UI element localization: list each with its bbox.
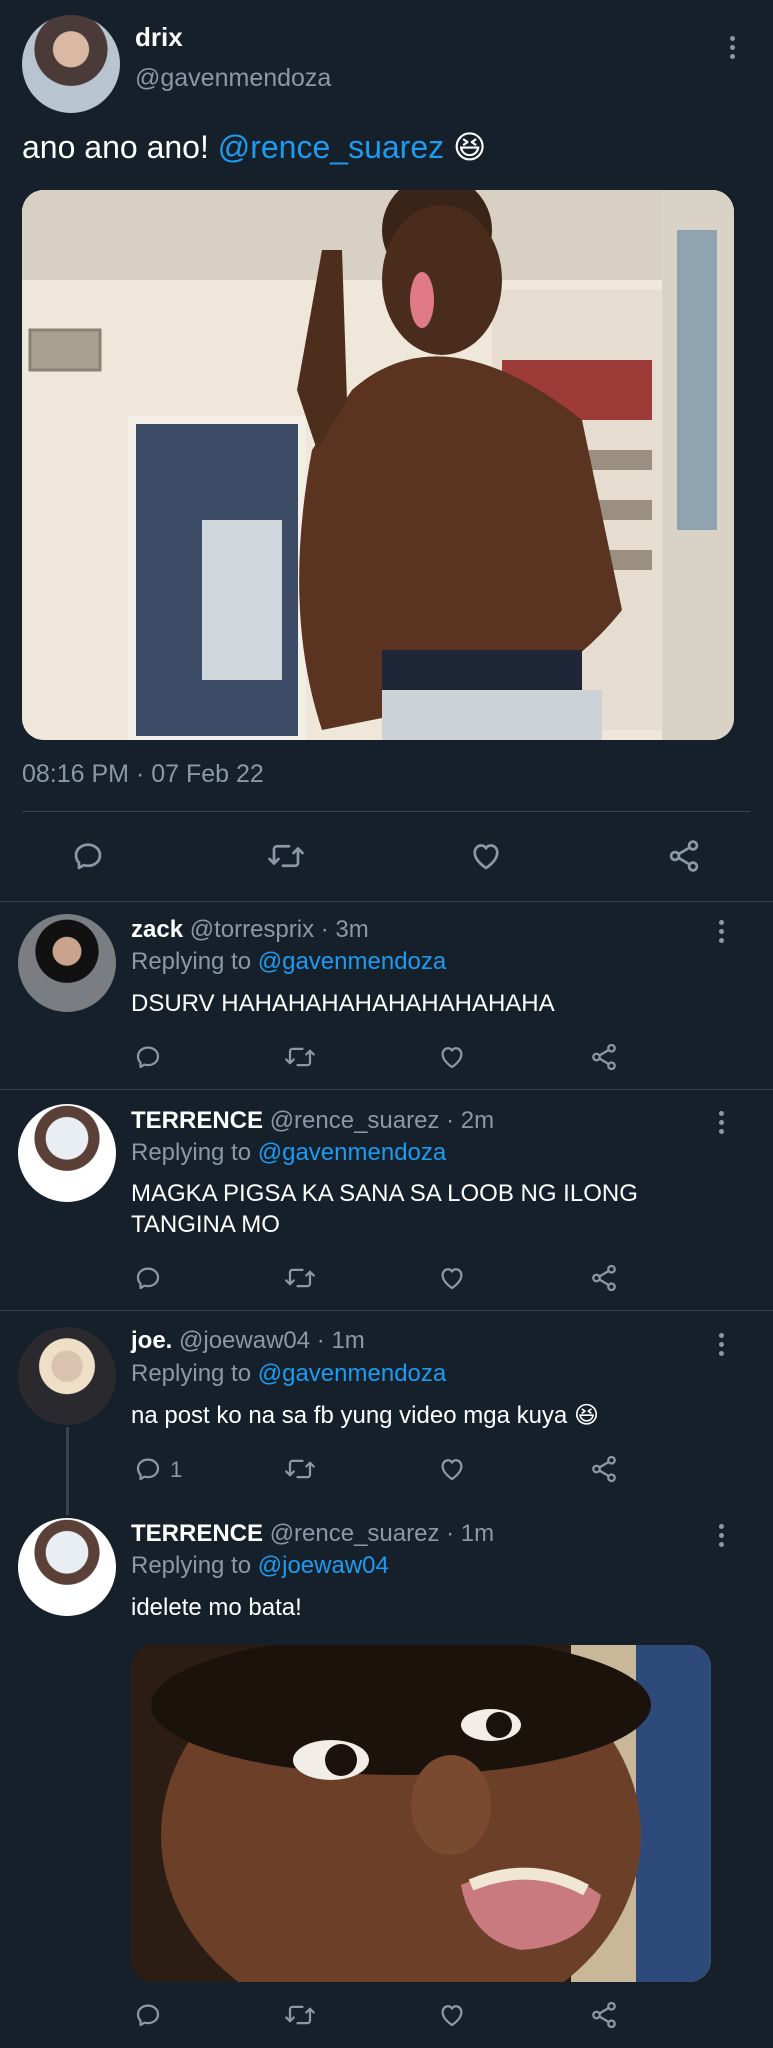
- like-icon[interactable]: [436, 1263, 468, 1293]
- share-icon[interactable]: [588, 2000, 620, 2030]
- more-options-icon[interactable]: [719, 1111, 725, 1138]
- reply-author-name[interactable]: TERRENCE: [131, 1520, 263, 1547]
- replying-to-link[interactable]: @gavenmendoza: [258, 1360, 446, 1387]
- laughing-emoji: 😆: [573, 1402, 599, 1429]
- author-name[interactable]: drix: [135, 22, 183, 53]
- reply-author-name[interactable]: TERRENCE: [131, 1107, 263, 1134]
- reply-handle-time[interactable]: @torresprix · 3m: [190, 916, 369, 943]
- thread-connector-line: [66, 1427, 69, 1515]
- mention-link[interactable]: @rence_suarez: [218, 129, 444, 165]
- more-options-icon[interactable]: [730, 36, 736, 63]
- replying-to: Replying to @gavenmendoza: [131, 948, 446, 976]
- retweet-icon[interactable]: [283, 2000, 317, 2030]
- replying-to-link[interactable]: @joewaw04: [258, 1552, 389, 1579]
- like-icon[interactable]: [467, 838, 505, 874]
- reply-photo[interactable]: [131, 1645, 711, 1982]
- like-icon[interactable]: [436, 1042, 468, 1072]
- reply-author-name[interactable]: zack: [131, 916, 183, 943]
- tweet-timestamp-divider: [22, 811, 750, 812]
- retweet-icon[interactable]: [283, 1263, 317, 1293]
- replying-to: Replying to @gavenmendoza: [131, 1139, 446, 1167]
- author-handle[interactable]: @gavenmendoza: [135, 64, 331, 93]
- avatar[interactable]: [18, 1327, 116, 1425]
- reply-handle-time[interactable]: @rence_suarez · 2m: [270, 1107, 494, 1134]
- share-icon[interactable]: [588, 1263, 620, 1293]
- avatar[interactable]: [22, 15, 120, 113]
- reply-author-name[interactable]: joe.: [131, 1327, 172, 1354]
- reply-text-line: MAGKA PIGSA KA SANA SA LOOB NG ILONG: [131, 1180, 638, 1207]
- reply-text: MAGKA PIGSA KA SANA SA LOOB NG ILONG TAN…: [131, 1178, 638, 1240]
- share-icon[interactable]: [588, 1454, 620, 1484]
- more-options-icon[interactable]: [719, 1524, 725, 1551]
- photo-illustration: [131, 1645, 711, 1982]
- tweet-text: ano ano ano! @rence_suarez 😆: [22, 128, 486, 166]
- replying-prefix: Replying to: [131, 1360, 258, 1387]
- retweet-icon[interactable]: [283, 1042, 317, 1072]
- divider: [0, 1310, 773, 1311]
- more-options-icon[interactable]: [719, 1333, 725, 1360]
- reply-icon[interactable]: [133, 1042, 163, 1072]
- reply-text-line: TANGINA MO: [131, 1211, 280, 1238]
- replying-to: Replying to @gavenmendoza: [131, 1360, 446, 1388]
- reply-header: TERRENCE @rence_suarez · 2m: [131, 1107, 494, 1135]
- replying-prefix: Replying to: [131, 1139, 258, 1166]
- reply-icon[interactable]: [133, 1263, 163, 1293]
- reply-header: joe. @joewaw04 · 1m: [131, 1327, 365, 1355]
- like-icon[interactable]: [436, 1454, 468, 1484]
- reply-icon[interactable]: [133, 1454, 163, 1484]
- reply-handle-time[interactable]: @joewaw04 · 1m: [179, 1327, 365, 1354]
- reply-handle-time[interactable]: @rence_suarez · 1m: [270, 1520, 494, 1547]
- reply-text: idelete mo bata!: [131, 1594, 302, 1621]
- reply-count: 1: [170, 1457, 183, 1482]
- divider: [0, 1089, 773, 1090]
- divider: [0, 901, 773, 902]
- reply-text: DSURV HAHAHAHAHAHAHAHAHAHA: [131, 990, 555, 1017]
- retweet-icon[interactable]: [283, 1454, 317, 1484]
- replying-to-link[interactable]: @gavenmendoza: [258, 948, 446, 975]
- more-options-icon[interactable]: [719, 920, 725, 947]
- replying-to: Replying to @joewaw04: [131, 1552, 389, 1580]
- tweet-body: ano ano ano!: [22, 129, 218, 165]
- replying-prefix: Replying to: [131, 948, 258, 975]
- reply-header: zack @torresprix · 3m: [131, 916, 369, 944]
- reply-icon[interactable]: [70, 838, 106, 874]
- reply-header: TERRENCE @rence_suarez · 1m: [131, 1520, 494, 1548]
- reply-text: na post ko na sa fb yung video mga kuya …: [131, 1400, 599, 1431]
- laughing-emoji: 😆: [453, 129, 487, 165]
- avatar[interactable]: [18, 1104, 116, 1202]
- reply-body: na post ko na sa fb yung video mga kuya: [131, 1402, 574, 1429]
- avatar[interactable]: [18, 1518, 116, 1616]
- tweet-photo[interactable]: [22, 190, 734, 740]
- share-icon[interactable]: [588, 1042, 620, 1072]
- like-icon[interactable]: [436, 2000, 468, 2030]
- avatar[interactable]: [18, 914, 116, 1012]
- share-icon[interactable]: [665, 838, 703, 874]
- retweet-icon[interactable]: [266, 838, 306, 874]
- replying-prefix: Replying to: [131, 1552, 258, 1579]
- replying-to-link[interactable]: @gavenmendoza: [258, 1139, 446, 1166]
- tweet-timestamp[interactable]: 08:16 PM · 07 Feb 22: [22, 760, 264, 789]
- photo-illustration: [22, 190, 734, 740]
- reply-icon[interactable]: [133, 2000, 163, 2030]
